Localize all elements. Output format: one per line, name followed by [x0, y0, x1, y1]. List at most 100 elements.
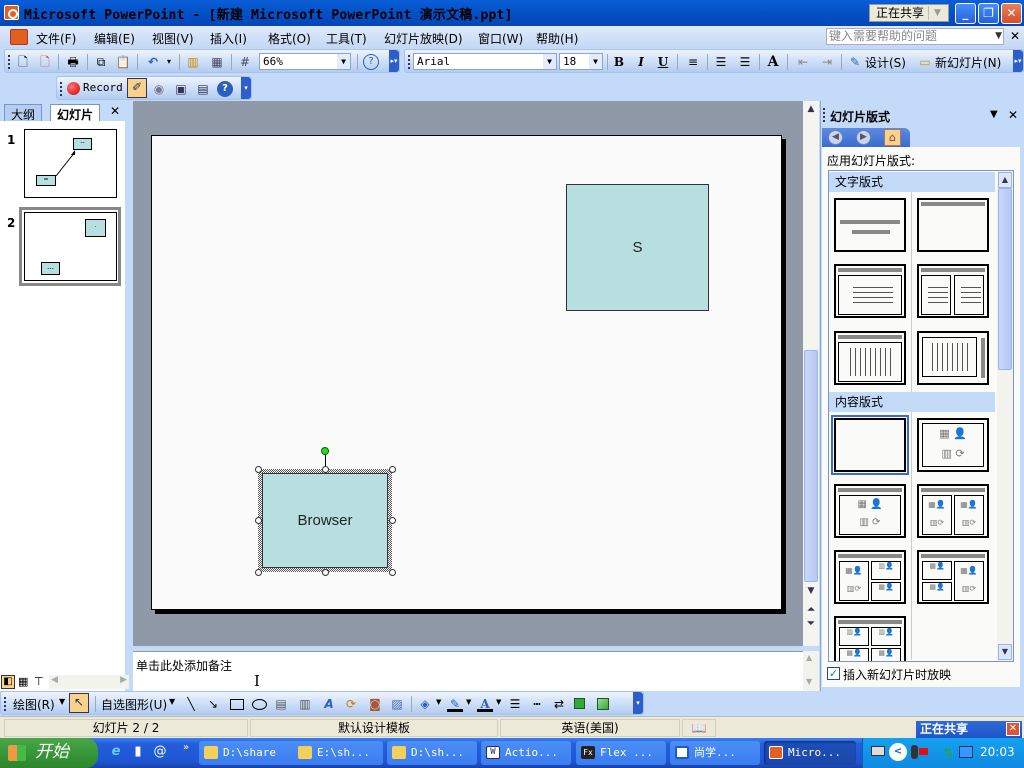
toolbar-grip[interactable]: [60, 82, 62, 96]
help-icon[interactable]: ?: [363, 54, 379, 70]
layout-title-two-content[interactable]: ▦👤 ▥⟳ ▦👤 ▥⟳: [917, 484, 989, 538]
decrease-indent-icon[interactable]: ⇤: [795, 54, 811, 70]
scroll-up-icon[interactable]: ▲: [998, 172, 1012, 188]
slide-thumbnail-2[interactable]: · ---: [24, 212, 117, 281]
close-icon[interactable]: ✕: [1006, 722, 1020, 736]
rectangle-icon[interactable]: [230, 699, 244, 710]
powerpoint-app-icon[interactable]: [4, 5, 19, 20]
horizontal-scrollbar[interactable]: ◀ ▶: [49, 675, 129, 689]
paste-icon[interactable]: 📋: [115, 54, 131, 70]
slideshow-icon[interactable]: ⊤: [34, 675, 44, 688]
autoshapes-button[interactable]: 自选图形(U): [101, 696, 167, 713]
close-icon[interactable]: ✕: [110, 104, 120, 118]
font-size-select[interactable]: 18 ▼: [559, 53, 603, 70]
close-button[interactable]: ✕: [1001, 3, 1022, 24]
scroll-down-icon[interactable]: ▼: [998, 644, 1012, 660]
flag-icon[interactable]: [919, 748, 928, 755]
chevron-down-icon[interactable]: ▼: [990, 109, 998, 120]
scroll-down-icon[interactable]: ▼: [804, 584, 818, 598]
menu-edit[interactable]: 编辑(E): [94, 30, 135, 47]
menu-format[interactable]: 格式(O): [268, 30, 311, 47]
numbered-list-icon[interactable]: ☰: [713, 54, 729, 70]
menu-insert[interactable]: 插入(I): [210, 30, 247, 47]
scroll-thumb[interactable]: [998, 188, 1012, 370]
resize-handle[interactable]: [255, 517, 262, 524]
line-icon[interactable]: ╲: [183, 696, 199, 712]
scroll-down-icon[interactable]: ▼: [806, 677, 812, 686]
previous-slide-icon[interactable]: ⏶: [804, 603, 818, 617]
chart-icon[interactable]: ▥: [185, 54, 201, 70]
notes-pane[interactable]: [133, 651, 803, 691]
chevron-down-icon[interactable]: ▼: [169, 697, 175, 706]
print-icon[interactable]: 🖶: [65, 54, 81, 70]
font-select[interactable]: Arial ▼: [413, 53, 557, 70]
next-slide-icon[interactable]: ⏷: [804, 617, 818, 631]
chevron-down-icon[interactable]: ▼: [337, 54, 350, 69]
draw-menu-button[interactable]: 绘图(R): [13, 696, 55, 713]
toolbar-options-icon[interactable]: ▾: [241, 77, 251, 99]
layout-vertical-title-text[interactable]: [917, 331, 989, 385]
oval-icon[interactable]: [252, 699, 267, 710]
textbox-icon[interactable]: ▤: [273, 696, 289, 712]
network-icon[interactable]: [959, 746, 973, 758]
chevron-down-icon[interactable]: ▼: [466, 698, 471, 706]
increase-indent-icon[interactable]: ⇥: [819, 54, 835, 70]
tray-expand-icon[interactable]: <: [889, 743, 907, 761]
help-icon[interactable]: ?: [217, 81, 233, 97]
wordart-icon[interactable]: A: [321, 696, 337, 712]
bulleted-list-icon[interactable]: ☰: [737, 54, 753, 70]
chevron-down-icon[interactable]: ▼: [928, 6, 946, 20]
layout-content[interactable]: ▦ 👤 ▥ ⟳: [917, 418, 989, 472]
chevron-down-icon[interactable]: ▼: [496, 698, 501, 706]
italic-button[interactable]: I: [633, 54, 649, 70]
notes-scrollbar[interactable]: ▲ ▼: [803, 651, 819, 691]
toolbar-grip[interactable]: [4, 697, 6, 711]
layout-title-text[interactable]: [834, 264, 906, 318]
table-icon[interactable]: ▦: [209, 54, 225, 70]
resize-handle[interactable]: [255, 466, 262, 473]
shape-s[interactable]: S: [566, 184, 709, 311]
sync-icon[interactable]: ⇅: [943, 746, 953, 760]
layout-title-content-two[interactable]: ▦👤 ▥⟳ ▥👤 ▦👤: [834, 550, 906, 604]
arrow-icon[interactable]: ↘: [205, 696, 221, 712]
diagram-icon[interactable]: ⟳: [343, 696, 359, 712]
normal-view-icon[interactable]: ◧: [1, 675, 15, 689]
fill-color-icon[interactable]: ◈: [417, 696, 433, 712]
outlook-icon[interactable]: @: [152, 744, 168, 760]
new-icon[interactable]: 🗋: [15, 54, 31, 70]
chevron-down-icon[interactable]: ▼: [543, 54, 556, 69]
3d-icon[interactable]: [597, 698, 609, 710]
toolbar-options-icon[interactable]: ▾: [633, 692, 643, 714]
taskbar-button[interactable]: 尚学...: [670, 741, 760, 765]
bold-button[interactable]: B: [611, 54, 627, 70]
resize-handle[interactable]: [389, 517, 396, 524]
grid-icon[interactable]: #: [237, 54, 253, 70]
menu-tools[interactable]: 工具(T): [326, 30, 367, 47]
chevron-down-icon[interactable]: ▼: [589, 54, 602, 69]
font-color-icon[interactable]: A: [477, 696, 493, 712]
underline-button[interactable]: U: [655, 54, 671, 70]
menu-help[interactable]: 帮助(H): [536, 30, 578, 47]
scroll-left-icon[interactable]: ◀: [51, 675, 58, 685]
layout-vertical-text[interactable]: [834, 331, 906, 385]
layout-title-slide[interactable]: [834, 198, 906, 252]
increase-font-icon[interactable]: A: [765, 54, 781, 70]
toolbar-grip[interactable]: [408, 55, 410, 69]
menu-view[interactable]: 视图(V): [152, 30, 194, 47]
layout-title-only[interactable]: [917, 198, 989, 252]
home-icon[interactable]: ⌂: [884, 129, 901, 146]
layout-four-content[interactable]: ▥👤 ▥👤 ▦👤 ▦👤: [834, 616, 906, 661]
restore-button[interactable]: ❐: [978, 3, 999, 24]
pen-icon[interactable]: ✐: [127, 78, 147, 98]
slide-sorter-icon[interactable]: ▦: [18, 675, 28, 688]
copy-icon[interactable]: ⧉: [93, 54, 109, 70]
resize-handle[interactable]: [255, 569, 262, 576]
more-icon[interactable]: »: [178, 740, 194, 756]
toolbar-options-icon[interactable]: ▸▾: [1013, 50, 1023, 72]
taskbar-button-active[interactable]: Micro...: [764, 741, 856, 765]
resize-handle[interactable]: [389, 569, 396, 576]
menu-file[interactable]: 文件(F): [36, 30, 76, 47]
ie-icon[interactable]: e: [108, 744, 124, 760]
minimize-button[interactable]: _: [955, 3, 976, 24]
resize-handle[interactable]: [389, 466, 396, 473]
